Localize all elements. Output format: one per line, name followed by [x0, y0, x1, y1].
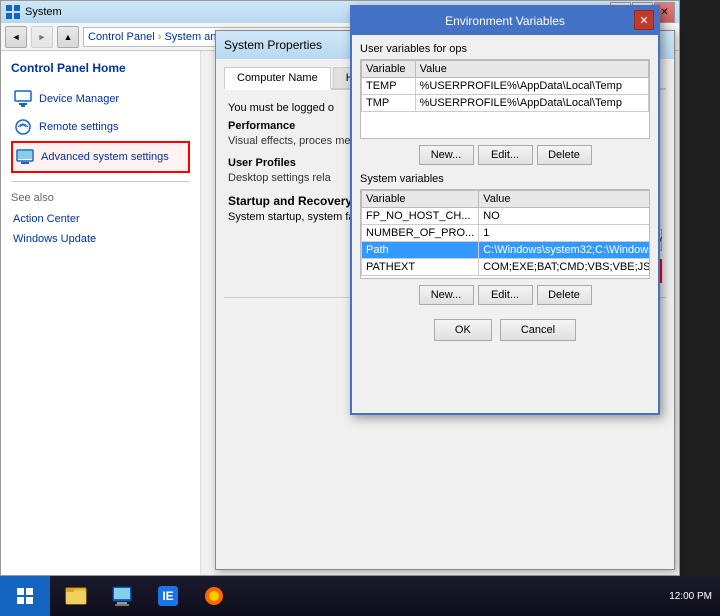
sys-vars-table-container: Variable Value FP_NO_HOST_CH... NO NUMBE… — [360, 189, 650, 279]
sys-var-value: COM;EXE;BAT;CMD;VBS;VBE;JS... — [479, 259, 650, 276]
user-vars-table-container: Variable Value TEMP %USERPROFILE%\AppDat… — [360, 59, 650, 139]
taskbar: IE 12:00 PM — [0, 576, 720, 616]
sys-var-value: 1 — [479, 225, 650, 242]
device-manager-icon — [13, 89, 33, 109]
env-variables-dialog: Environment Variables ✕ User variables f… — [350, 5, 660, 415]
sidebar-item-action-center[interactable]: Action Center — [11, 209, 190, 229]
sys-var-row-path[interactable]: Path C:\Windows\system32;C:\Windows;C:\W… — [362, 242, 651, 259]
env-close-button[interactable]: ✕ — [634, 10, 654, 30]
user-var-row-temp[interactable]: TEMP %USERPROFILE%\AppData\Local\Temp — [362, 78, 649, 95]
see-also-label: See also — [11, 192, 190, 204]
taskbar-item-explorer[interactable] — [54, 578, 98, 614]
tray-time: 12:00 PM — [669, 591, 712, 602]
sidebar-item-windows-update[interactable]: Windows Update — [11, 229, 190, 249]
start-button[interactable] — [0, 576, 50, 616]
user-vars-label: User variables for ops — [360, 43, 650, 55]
sys-dialog-title-text: System Properties — [224, 38, 322, 52]
user-var-name: TMP — [362, 95, 416, 112]
sys-vars-buttons: New... Edit... Delete — [360, 285, 650, 305]
sys-vars-label: System variables — [360, 173, 650, 185]
env-ok-button[interactable]: OK — [434, 319, 492, 341]
sys-var-row-fp[interactable]: FP_NO_HOST_CH... NO — [362, 208, 651, 225]
user-var-name: TEMP — [362, 78, 416, 95]
sidebar-divider — [11, 181, 190, 182]
sidebar-title: Control Panel Home — [11, 61, 190, 75]
env-cancel-button[interactable]: Cancel — [500, 319, 576, 341]
sys-vars-table: Variable Value FP_NO_HOST_CH... NO NUMBE… — [361, 190, 650, 276]
windows-update-label: Windows Update — [13, 233, 96, 245]
sidebar: Control Panel Home Device Manager Remote… — [1, 51, 201, 575]
sys-var-column-header: Variable — [362, 191, 479, 208]
sys-delete-button[interactable]: Delete — [537, 285, 592, 305]
taskbar-item-3[interactable]: IE — [146, 578, 190, 614]
remote-settings-label: Remote settings — [39, 121, 118, 133]
user-var-row-tmp[interactable]: TMP %USERPROFILE%\AppData\Local\Temp — [362, 95, 649, 112]
val-column-header: Value — [415, 61, 648, 78]
remote-settings-icon — [13, 117, 33, 137]
sys-val-column-header: Value — [479, 191, 650, 208]
action-center-label: Action Center — [13, 213, 80, 225]
taskbar-item-4[interactable] — [192, 578, 236, 614]
user-delete-button[interactable]: Delete — [537, 145, 592, 165]
sidebar-item-advanced[interactable]: Advanced system settings — [11, 141, 190, 173]
sys-var-value: C:\Windows\system32;C:\Windows;C:\Win... — [479, 242, 650, 259]
var-column-header: Variable — [362, 61, 416, 78]
svg-text:IE: IE — [162, 589, 173, 603]
user-vars-table: Variable Value TEMP %USERPROFILE%\AppDat… — [361, 60, 649, 112]
sys-var-value: NO — [479, 208, 650, 225]
sidebar-item-device-manager[interactable]: Device Manager — [11, 85, 190, 113]
sys-new-button[interactable]: New... — [419, 285, 474, 305]
sys-var-row-numproc[interactable]: NUMBER_OF_PRO... 1 — [362, 225, 651, 242]
user-new-button[interactable]: New... — [419, 145, 474, 165]
sys-var-name: PATHEXT — [362, 259, 479, 276]
advanced-settings-label: Advanced system settings — [41, 151, 169, 163]
window-icon — [5, 4, 21, 20]
taskbar-tray: 12:00 PM — [661, 591, 720, 602]
sys-var-row-pathext[interactable]: PATHEXT COM;EXE;BAT;CMD;VBS;VBE;JS... — [362, 259, 651, 276]
back-button[interactable]: ◄ — [5, 26, 27, 48]
env-ok-cancel-buttons: OK Cancel — [360, 313, 650, 347]
user-edit-button[interactable]: Edit... — [478, 145, 533, 165]
taskbar-items: IE — [50, 576, 661, 616]
sys-var-name: NUMBER_OF_PRO... — [362, 225, 479, 242]
env-dialog-content: User variables for ops Variable Value TE… — [352, 35, 658, 355]
user-var-value: %USERPROFILE%\AppData\Local\Temp — [415, 95, 648, 112]
up-button[interactable]: ▲ — [57, 26, 79, 48]
user-var-value: %USERPROFILE%\AppData\Local\Temp — [415, 78, 648, 95]
user-vars-buttons: New... Edit... Delete — [360, 145, 650, 165]
sys-var-name: FP_NO_HOST_CH... — [362, 208, 479, 225]
env-dialog-titlebar: Environment Variables ✕ — [352, 7, 658, 35]
sidebar-item-remote-settings[interactable]: Remote settings — [11, 113, 190, 141]
advanced-settings-icon — [15, 147, 35, 167]
env-dialog-title-text: Environment Variables — [445, 14, 565, 28]
device-manager-label: Device Manager — [39, 93, 119, 105]
taskbar-item-2[interactable] — [100, 578, 144, 614]
sys-var-name: Path — [362, 242, 479, 259]
forward-button[interactable]: ► — [31, 26, 53, 48]
sys-edit-button[interactable]: Edit... — [478, 285, 533, 305]
tab-computer-name[interactable]: Computer Name — [224, 67, 331, 90]
